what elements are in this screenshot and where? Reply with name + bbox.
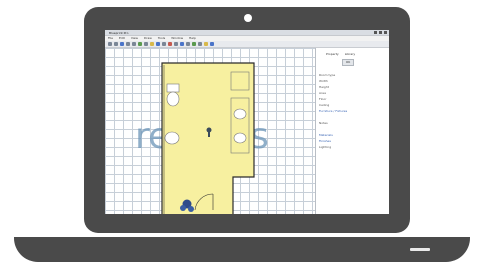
room-icon[interactable]	[162, 42, 166, 46]
properties-panel: Property Library OK Room type Width Heig…	[315, 48, 389, 214]
close-icon[interactable]	[384, 31, 387, 34]
panel-line: Area	[319, 92, 326, 95]
app-title: Blueprint Pro	[109, 31, 129, 35]
panel-line	[319, 128, 387, 131]
save-icon[interactable]	[120, 42, 124, 46]
laptop-base	[14, 237, 470, 262]
panel-line: Height	[319, 86, 329, 89]
panel-ok-button[interactable]: OK	[342, 59, 354, 66]
panel-line: Ceiling	[319, 104, 330, 107]
text-icon[interactable]	[174, 42, 178, 46]
panel-line[interactable]: Materials	[319, 134, 387, 137]
maximize-icon[interactable]	[379, 31, 382, 34]
panel-line: Notes	[319, 122, 328, 125]
grid-icon[interactable]	[198, 42, 202, 46]
panel-line: Lighting	[319, 146, 332, 149]
pan-icon[interactable]	[192, 42, 196, 46]
toolbar	[105, 41, 389, 48]
select-icon[interactable]	[138, 42, 142, 46]
panel-tabs: Property Library	[326, 52, 355, 56]
laptop-screen: Blueprint Pro File Edit View Draw Tools …	[105, 30, 389, 214]
door-icon[interactable]	[150, 42, 154, 46]
panel-line[interactable]: Furniture / Fixtures	[319, 110, 387, 113]
zoom-out-icon[interactable]	[186, 42, 190, 46]
camera-icon	[244, 14, 252, 22]
dimension-icon[interactable]	[168, 42, 172, 46]
minimize-icon[interactable]	[374, 31, 377, 34]
undo-icon[interactable]	[126, 42, 130, 46]
layer-icon[interactable]	[204, 42, 208, 46]
panel-line	[319, 116, 387, 119]
zoom-in-icon[interactable]	[180, 42, 184, 46]
drawing-canvas[interactable]: re es	[105, 48, 315, 214]
new-icon[interactable]	[108, 42, 112, 46]
redo-icon[interactable]	[132, 42, 136, 46]
floor-plan[interactable]	[105, 48, 315, 214]
window-controls	[374, 31, 387, 34]
panel-property-list: Room type Width Height Area Floor Ceilin…	[319, 74, 387, 152]
panel-line: Room type	[319, 74, 336, 77]
open-icon[interactable]	[114, 42, 118, 46]
laptop-base-notch	[410, 248, 430, 251]
render-icon[interactable]	[210, 42, 214, 46]
panel-line[interactable]: Finishes	[319, 140, 387, 143]
panel-line: Width	[319, 80, 328, 83]
panel-line: Floor	[319, 98, 327, 101]
toilet-fixture	[166, 83, 180, 107]
window-icon[interactable]	[156, 42, 160, 46]
wall-icon[interactable]	[144, 42, 148, 46]
tab-property[interactable]: Property	[326, 52, 339, 56]
tab-library[interactable]: Library	[345, 52, 356, 56]
sink-fixture	[164, 131, 180, 145]
